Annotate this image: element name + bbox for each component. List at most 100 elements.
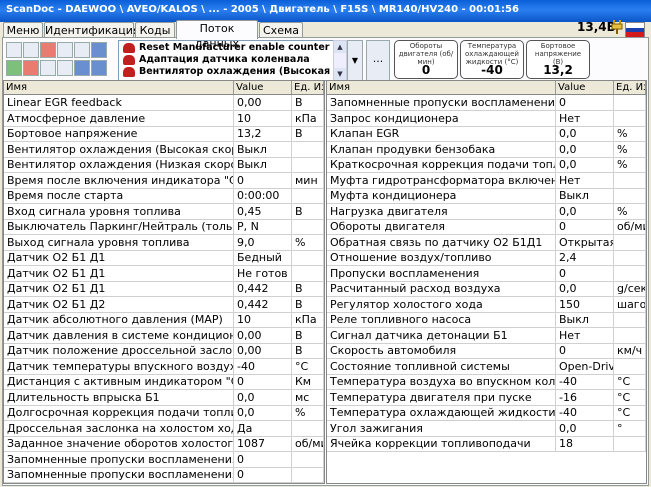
cell-name: Датчик О2 Б1 Д1 <box>4 281 234 296</box>
table-row[interactable]: Датчик абсолютного давления (MAP) 10 кПа <box>4 312 324 328</box>
table-row[interactable]: Длительность впрыска Б1 0,0 мс <box>4 389 324 406</box>
table-row[interactable]: Угол зажигания 0,0 ° <box>327 420 646 437</box>
cell-value: 0,0 <box>234 405 292 420</box>
table-row[interactable]: Вход сигнала уровня топлива 0,45 В <box>4 203 324 220</box>
tab-item[interactable]: Меню <box>3 22 43 38</box>
pause-icon[interactable] <box>6 42 22 58</box>
gauge-rpm[interactable]: Обороты двигателя (об/мин) 0 <box>394 40 458 79</box>
table-row[interactable]: Муфта гидротрансформатора включена Нет <box>327 172 646 189</box>
tests-scrollbar[interactable]: ▲ ▼ <box>333 40 347 81</box>
table-row[interactable]: Регулятор холостого хода150шагов <box>327 296 646 313</box>
cell-value: 0 <box>556 219 614 234</box>
table-row[interactable]: Датчик О2 Б1 Д1 Не готов <box>4 265 324 282</box>
cell-name: Запомненные пропуски воспламенения цил <box>4 467 234 482</box>
more-button[interactable]: ... <box>366 40 390 81</box>
cell-unit <box>292 250 324 265</box>
table-row[interactable]: Бортовое напряжение 13,2 В <box>4 126 324 142</box>
scroll-up-icon[interactable]: ▲ <box>334 41 346 53</box>
table-row[interactable]: Запрос кондиционера Нет <box>327 110 646 127</box>
column-header-name[interactable]: Имя <box>327 81 556 94</box>
scroll-down-icon[interactable]: ▼ <box>334 68 346 80</box>
upload-icon[interactable] <box>57 42 73 58</box>
test-item[interactable]: Адаптация датчика коленвала <box>139 54 310 66</box>
table-row[interactable]: Состояние топливной системы Open-Driv <box>327 358 646 375</box>
table-row[interactable]: Дистанция с активным индикатором "Check0… <box>4 374 324 390</box>
save-icon[interactable] <box>23 42 39 58</box>
table-row[interactable]: Вентилятор охлаждения (Высокая скорость)… <box>4 141 324 158</box>
table-row[interactable]: Сигнал датчика детонации Б1 Нет <box>327 327 646 344</box>
list-icon[interactable] <box>74 60 90 76</box>
cell-unit <box>292 219 324 234</box>
cell-unit: °С <box>614 389 646 405</box>
table-row[interactable]: Ячейка коррекции топливоподачи 18 <box>327 436 646 452</box>
tests-dropdown-button[interactable]: ▼ <box>347 40 363 81</box>
table-row[interactable]: Заданное значение оборотов холостого ход… <box>4 436 324 452</box>
cell-value: Выкл <box>234 141 292 157</box>
table-row[interactable]: Датчик О2 Б1 Д1 0,442 В <box>4 281 324 297</box>
table-row[interactable]: Выключатель Паркинг/Нейтраль (только АКП… <box>4 219 324 235</box>
table-row[interactable]: Температура двигателя при пуске -16 °С <box>327 389 646 406</box>
config-icon[interactable] <box>57 60 73 76</box>
column-header-name[interactable]: Имя <box>4 81 234 94</box>
table-row[interactable]: Датчик давления в системе кондиционера 0,… <box>4 327 324 344</box>
table-row[interactable]: Нагрузка двигателя 0,0% <box>327 203 646 220</box>
gauge-coolant-temp[interactable]: Температура охлаждающей жидкости (°С) -4… <box>460 40 524 79</box>
table-row[interactable]: Запомненные пропуски воспламенения цил0 <box>4 467 324 483</box>
table-row[interactable]: Краткосрочная коррекция подачи топлива Б… <box>327 157 646 173</box>
table-row[interactable]: Обороты двигателя0об/мин <box>327 219 646 235</box>
table-row[interactable]: Датчик О2 Б1 Д1 Бедный <box>4 250 324 266</box>
table-row[interactable]: Пропуски воспламенения 0 <box>327 265 646 282</box>
cell-name: Состояние топливной системы <box>327 358 556 374</box>
cell-unit <box>292 157 324 172</box>
table-row[interactable]: Датчик положение дроссельной заслонки 0,0… <box>4 343 324 359</box>
edit-icon[interactable] <box>6 60 22 76</box>
table-row[interactable]: Время после включения индикатора "Check0… <box>4 172 324 189</box>
gauge-battery-voltage[interactable]: Бортовое напряжение (В) 13,2 <box>526 40 590 79</box>
graph-icon[interactable] <box>74 42 90 58</box>
test-item[interactable]: Вентилятор охлаждения (Высокая скорость) <box>139 66 346 78</box>
column-header-unit[interactable]: Ед. Изм <box>614 81 646 94</box>
table-row[interactable]: Датчик температуры впускного воздуха -40 °… <box>4 358 324 375</box>
cell-value: 0,0 <box>556 157 614 172</box>
column-header-value[interactable]: Value <box>234 81 292 94</box>
table-row[interactable]: Реле топливного насоса Выкл <box>327 312 646 328</box>
table-row[interactable]: Обратная связь по датчику О2 Б1Д1 Открыта… <box>327 234 646 251</box>
table-row[interactable]: Долгосрочная коррекция подачи топлива Б1… <box>4 405 324 421</box>
cell-name: Длительность впрыска Б1 <box>4 389 234 405</box>
russian-flag-icon[interactable] <box>625 22 645 38</box>
table-row[interactable]: Linear EGR feedback 0,00 В <box>4 95 324 111</box>
table-row[interactable]: Датчик О2 Б1 Д2 0,442 В <box>4 296 324 313</box>
tools-icon[interactable] <box>91 42 107 58</box>
table-row[interactable]: Скорость автомобиля 0 км/ч <box>327 343 646 359</box>
test-item[interactable]: Reset Manufacturer enable counter (MEC) <box>139 42 346 54</box>
data-grid-right[interactable]: Имя Value Ед. Изм Запомненные пропуски в… <box>326 80 647 484</box>
table-row[interactable]: Атмосферное давление 10 кПа <box>4 110 324 127</box>
table-row[interactable]: Запомненные пропуски воспламенения цил0 <box>4 451 324 468</box>
table-row[interactable]: Запомненные пропуски воспламенения цил0 <box>4 482 324 483</box>
column-header-value[interactable]: Value <box>556 81 614 94</box>
data-grid-left[interactable]: Имя Value Ед. Изм Linear EGR feedback0,0… <box>3 80 325 484</box>
table-row[interactable]: Температура охлаждающей жидкости -40 °С <box>327 405 646 421</box>
tab-item[interactable]: Коды <box>135 22 175 38</box>
table-row[interactable]: Выход сигнала уровня топлива 9,0% <box>4 234 324 251</box>
tab-item[interactable]: Идентификация <box>44 22 140 38</box>
table-row[interactable]: Дроссельная заслонка на холостом ходу Да <box>4 420 324 437</box>
actuator-icon[interactable] <box>91 60 107 76</box>
tab-item[interactable]: Поток данных <box>176 20 258 50</box>
table-row[interactable]: Температура воздуха во впускном коллекто… <box>327 374 646 390</box>
table-row[interactable]: Клапан EGR 0,0% <box>327 126 646 142</box>
table-row[interactable]: Муфта кондиционера Выкл <box>327 188 646 204</box>
table-row[interactable]: Время после старта 0:00:00 <box>4 188 324 204</box>
record-icon[interactable] <box>40 42 56 58</box>
table-row[interactable]: Вентилятор охлаждения (Низкая скорость)В… <box>4 157 324 173</box>
table-row[interactable]: Расчитанный расход воздуха 0,0 g/сек <box>327 281 646 297</box>
table-row[interactable]: Клапан продувки бензобака 0,0% <box>327 141 646 158</box>
tab-item[interactable]: Схема <box>259 22 303 38</box>
table-row[interactable]: Отношение воздух/топливо 2,4 <box>327 250 646 266</box>
table-row[interactable]: Запомненные пропуски воспламенения цил0 <box>327 95 646 111</box>
cell-value: -40 <box>556 374 614 389</box>
grid-icon[interactable] <box>40 60 56 76</box>
cell-value: 9,0 <box>234 234 292 250</box>
stop-icon[interactable] <box>23 60 39 76</box>
column-header-unit[interactable]: Ед. Изм <box>292 81 324 94</box>
